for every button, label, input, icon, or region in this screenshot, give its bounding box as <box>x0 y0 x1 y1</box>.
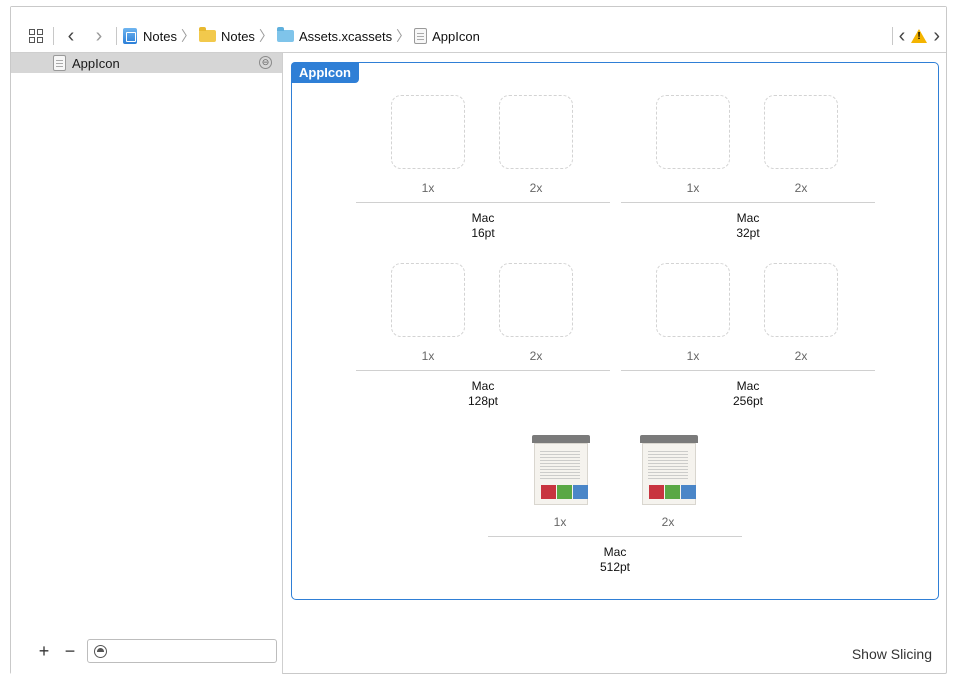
scale-label: 1x <box>686 349 700 363</box>
project-icon <box>123 28 137 44</box>
group-size: 128pt <box>467 394 499 408</box>
sidebar-footer: + − <box>11 638 282 664</box>
group-size: 32pt <box>736 226 760 240</box>
xcode-window: ‹ › Notes 〉 Notes 〉 Assets.xcassets 〉 Ap… <box>10 6 947 674</box>
empty-icon-well[interactable] <box>764 95 838 169</box>
breadcrumb-chevron-icon: 〉 <box>258 28 273 44</box>
chevron-left-icon: ‹ <box>67 24 75 47</box>
issue-navigator-controls: ‹ ! › <box>886 24 940 48</box>
icon-slot-1x[interactable]: 1x <box>656 263 732 363</box>
icon-slot-1x[interactable]: 1x <box>523 429 599 529</box>
scale-label: 2x <box>794 181 808 195</box>
group-divider <box>621 202 875 203</box>
empty-icon-well[interactable] <box>391 263 465 337</box>
icon-group-mac-128pt: 1x 2x Mac 128pt <box>356 263 610 408</box>
group-device: Mac <box>471 211 495 225</box>
jump-bar: ‹ › Notes 〉 Notes 〉 Assets.xcassets 〉 Ap… <box>11 7 946 53</box>
group-device: Mac <box>736 211 760 225</box>
breadcrumb: Notes 〉 Notes 〉 Assets.xcassets 〉 AppIco… <box>123 26 480 46</box>
related-items-icon[interactable] <box>25 25 47 47</box>
group-size: 256pt <box>732 394 764 408</box>
scale-label: 1x <box>421 349 435 363</box>
empty-icon-well[interactable] <box>764 263 838 337</box>
icon-slot-1x[interactable]: 1x <box>391 263 467 363</box>
icon-group-mac-16pt: 1x 2x Mac 16pt <box>356 95 610 240</box>
breadcrumb-item-appicon[interactable]: AppIcon <box>432 29 480 44</box>
icon-slot-2x[interactable]: 2x <box>764 263 840 363</box>
group-divider <box>356 202 610 203</box>
filter-icon <box>94 644 107 658</box>
scale-label: 2x <box>794 349 808 363</box>
icon-slot-2x[interactable]: 2x <box>631 429 707 529</box>
icon-group-mac-256pt: 1x 2x Mac 256pt <box>621 263 875 408</box>
empty-icon-well[interactable] <box>656 95 730 169</box>
scale-label: 2x <box>529 349 543 363</box>
group-divider <box>488 536 742 537</box>
group-label: Mac 32pt <box>621 211 875 241</box>
asset-list-sidebar: AppIcon ⊖ + − <box>11 53 283 674</box>
filter-input[interactable] <box>113 644 273 658</box>
jumpbar-divider <box>891 27 893 45</box>
status-badge: ⊖ <box>259 56 272 69</box>
filter-field[interactable] <box>87 639 277 663</box>
group-label: Mac 512pt <box>488 545 742 575</box>
jumpbar-divider <box>116 27 117 45</box>
group-device: Mac <box>471 379 495 393</box>
empty-icon-well[interactable] <box>499 263 573 337</box>
remove-asset-button[interactable]: − <box>57 641 83 662</box>
editor-title: AppIcon <box>291 62 359 83</box>
icon-slot-1x[interactable]: 1x <box>391 95 467 195</box>
back-button[interactable]: ‹ <box>60 25 82 47</box>
scale-label: 2x <box>661 515 675 529</box>
group-device: Mac <box>603 545 627 559</box>
group-divider <box>621 370 875 371</box>
icon-slot-1x[interactable]: 1x <box>656 95 732 195</box>
add-asset-button[interactable]: + <box>31 641 57 662</box>
sidebar-item-appicon[interactable]: AppIcon ⊖ <box>11 53 282 73</box>
app-icon-set-icon <box>53 55 66 71</box>
group-label: Mac 256pt <box>621 379 875 409</box>
breadcrumb-item-asset-catalog[interactable]: Assets.xcassets <box>299 29 392 44</box>
forward-button[interactable]: › <box>88 25 110 47</box>
notes-app-icon-thumbnail[interactable] <box>532 435 590 507</box>
folder-icon <box>198 27 216 42</box>
scale-label: 2x <box>529 181 543 195</box>
icon-group-mac-32pt: 1x 2x Mac 32pt <box>621 95 875 240</box>
asset-catalog-icon <box>276 27 294 42</box>
empty-icon-well[interactable] <box>656 263 730 337</box>
scale-label: 1x <box>553 515 567 529</box>
warning-icon[interactable]: ! <box>911 29 928 43</box>
icon-slot-2x[interactable]: 2x <box>499 263 575 363</box>
breadcrumb-chevron-icon: 〉 <box>396 28 411 44</box>
jumpbar-divider <box>53 27 54 45</box>
appicon-editor: AppIcon 1x 2x Mac 16pt 1x 2x Mac 32pt 1x… <box>291 62 939 600</box>
app-icon-set-icon <box>414 28 428 44</box>
group-label: Mac 16pt <box>356 211 610 241</box>
icon-slot-2x[interactable]: 2x <box>764 95 840 195</box>
icon-slot-2x[interactable]: 2x <box>499 95 575 195</box>
show-slicing-button[interactable]: Show Slicing <box>852 646 932 662</box>
breadcrumb-item-project[interactable]: Notes <box>143 29 177 44</box>
breadcrumb-chevron-icon: 〉 <box>180 28 195 44</box>
group-size: 16pt <box>471 226 495 240</box>
group-size: 512pt <box>599 560 631 574</box>
previous-issue-button[interactable]: ‹ <box>899 25 906 48</box>
empty-icon-well[interactable] <box>499 95 573 169</box>
notes-app-icon-thumbnail[interactable] <box>640 435 698 507</box>
sidebar-item-label: AppIcon <box>72 55 120 71</box>
group-label: Mac 128pt <box>356 379 610 409</box>
group-device: Mac <box>736 379 760 393</box>
group-divider <box>356 370 610 371</box>
next-issue-button[interactable]: › <box>933 25 940 48</box>
icon-group-mac-512pt: 1x 2x Mac 512pt <box>488 429 742 574</box>
scale-label: 1x <box>421 181 435 195</box>
empty-icon-well[interactable] <box>391 95 465 169</box>
scale-label: 1x <box>686 181 700 195</box>
chevron-right-icon: › <box>95 24 103 47</box>
breadcrumb-item-group[interactable]: Notes <box>221 29 255 44</box>
